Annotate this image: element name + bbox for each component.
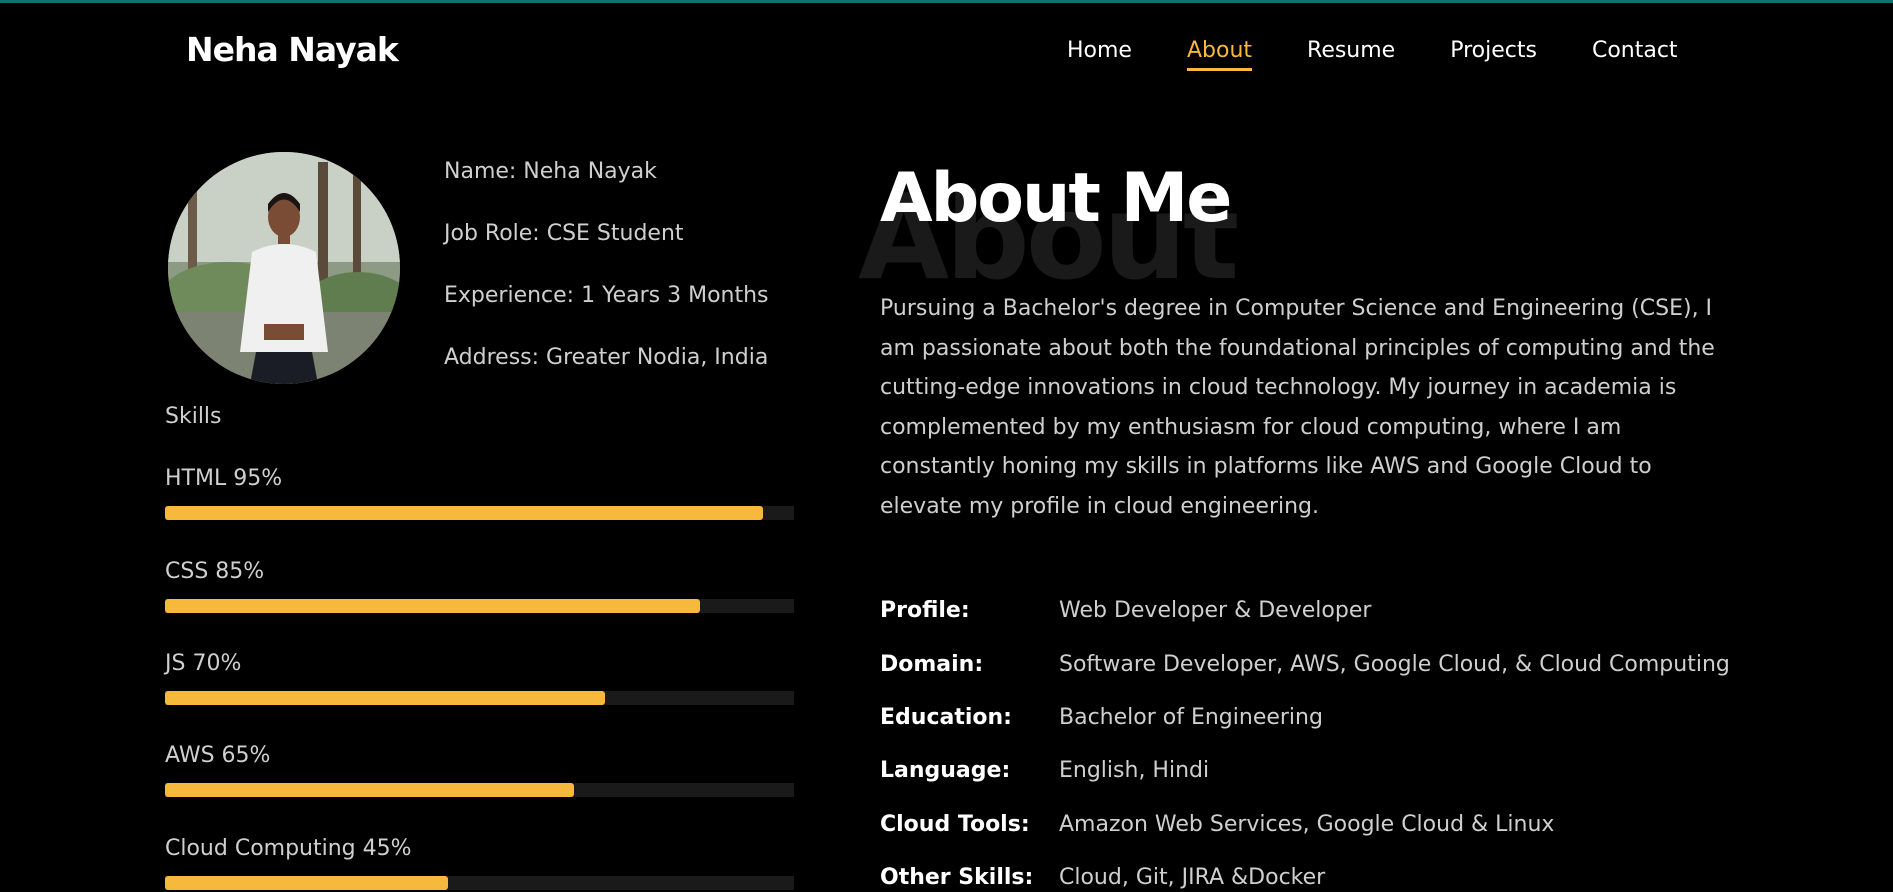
detail-key: Domain: <box>880 651 984 677</box>
nav-home[interactable]: Home <box>1067 38 1132 71</box>
detail-value: Web Developer & Developer <box>1059 598 1372 624</box>
skill-label: JS 70% <box>165 651 242 676</box>
info-name: Name: Neha Nayak <box>444 159 657 184</box>
details-list: Profile: Web Developer & Developer Domai… <box>880 584 1730 892</box>
skill-track <box>165 691 794 705</box>
skill-aws: AWS 65% <box>165 741 794 797</box>
skill-js: JS 70% <box>165 649 794 705</box>
skill-track <box>165 506 794 520</box>
skill-cloud-computing: Cloud Computing 45% <box>165 834 794 890</box>
skill-bar <box>165 691 606 705</box>
detail-row: Education: Bachelor of Engineering <box>880 691 1730 744</box>
detail-value: Cloud, Git, JIRA &Docker <box>1059 865 1326 891</box>
site-logo[interactable]: Neha Nayak <box>186 30 399 69</box>
skill-css: CSS 85% <box>165 557 794 613</box>
skills-heading: Skills <box>165 404 222 429</box>
detail-row: Profile: Web Developer & Developer <box>880 584 1730 637</box>
skill-track <box>165 599 794 613</box>
detail-key: Language: <box>880 758 1011 784</box>
nav-resume[interactable]: Resume <box>1307 38 1395 71</box>
detail-key: Profile: <box>880 598 970 624</box>
skill-label: HTML 95% <box>165 466 283 491</box>
detail-row: Cloud Tools: Amazon Web Services, Google… <box>880 798 1730 851</box>
detail-value: Software Developer, AWS, Google Cloud, &… <box>1059 651 1730 677</box>
detail-key: Education: <box>880 704 1012 730</box>
skill-track <box>165 876 794 890</box>
main-nav: Home About Resume Projects Contact <box>1067 38 1733 71</box>
skill-label: CSS 85% <box>165 559 265 584</box>
skill-bar <box>165 599 700 613</box>
about-title: About Me <box>880 159 1232 238</box>
skill-bar <box>165 783 574 797</box>
skill-bar <box>165 876 449 890</box>
detail-row: Domain: Software Developer, AWS, Google … <box>880 637 1730 690</box>
detail-value: Amazon Web Services, Google Cloud & Linu… <box>1059 811 1555 837</box>
nav-about[interactable]: About <box>1186 38 1253 71</box>
skill-html: HTML 95% <box>165 464 794 520</box>
top-accent-line <box>0 0 1893 3</box>
detail-value: English, Hindi <box>1059 758 1210 784</box>
skill-bar <box>165 506 763 520</box>
detail-key: Other Skills: <box>880 865 1034 891</box>
info-address: Address: Greater Nodia, India <box>444 345 769 370</box>
detail-row: Language: English, Hindi <box>880 744 1730 797</box>
detail-key: Cloud Tools: <box>880 811 1030 837</box>
detail-value: Bachelor of Engineering <box>1059 704 1323 730</box>
nav-projects[interactable]: Projects <box>1450 38 1537 71</box>
about-paragraph: Pursuing a Bachelor's degree in Computer… <box>880 296 1715 519</box>
skill-track <box>165 783 794 797</box>
detail-row: Other Skills: Cloud, Git, JIRA &Docker <box>880 851 1730 892</box>
nav-contact[interactable]: Contact <box>1592 38 1678 71</box>
page: Neha Nayak Home About Resume Projects Co… <box>0 0 1893 892</box>
skill-label: Cloud Computing 45% <box>165 836 412 861</box>
skill-label: AWS 65% <box>165 743 271 768</box>
info-job-role: Job Role: CSE Student <box>444 221 684 246</box>
profile-info: Name: Neha Nayak Job Role: CSE Student E… <box>444 156 769 404</box>
profile-photo <box>168 152 400 384</box>
info-experience: Experience: 1 Years 3 Months <box>444 283 769 308</box>
